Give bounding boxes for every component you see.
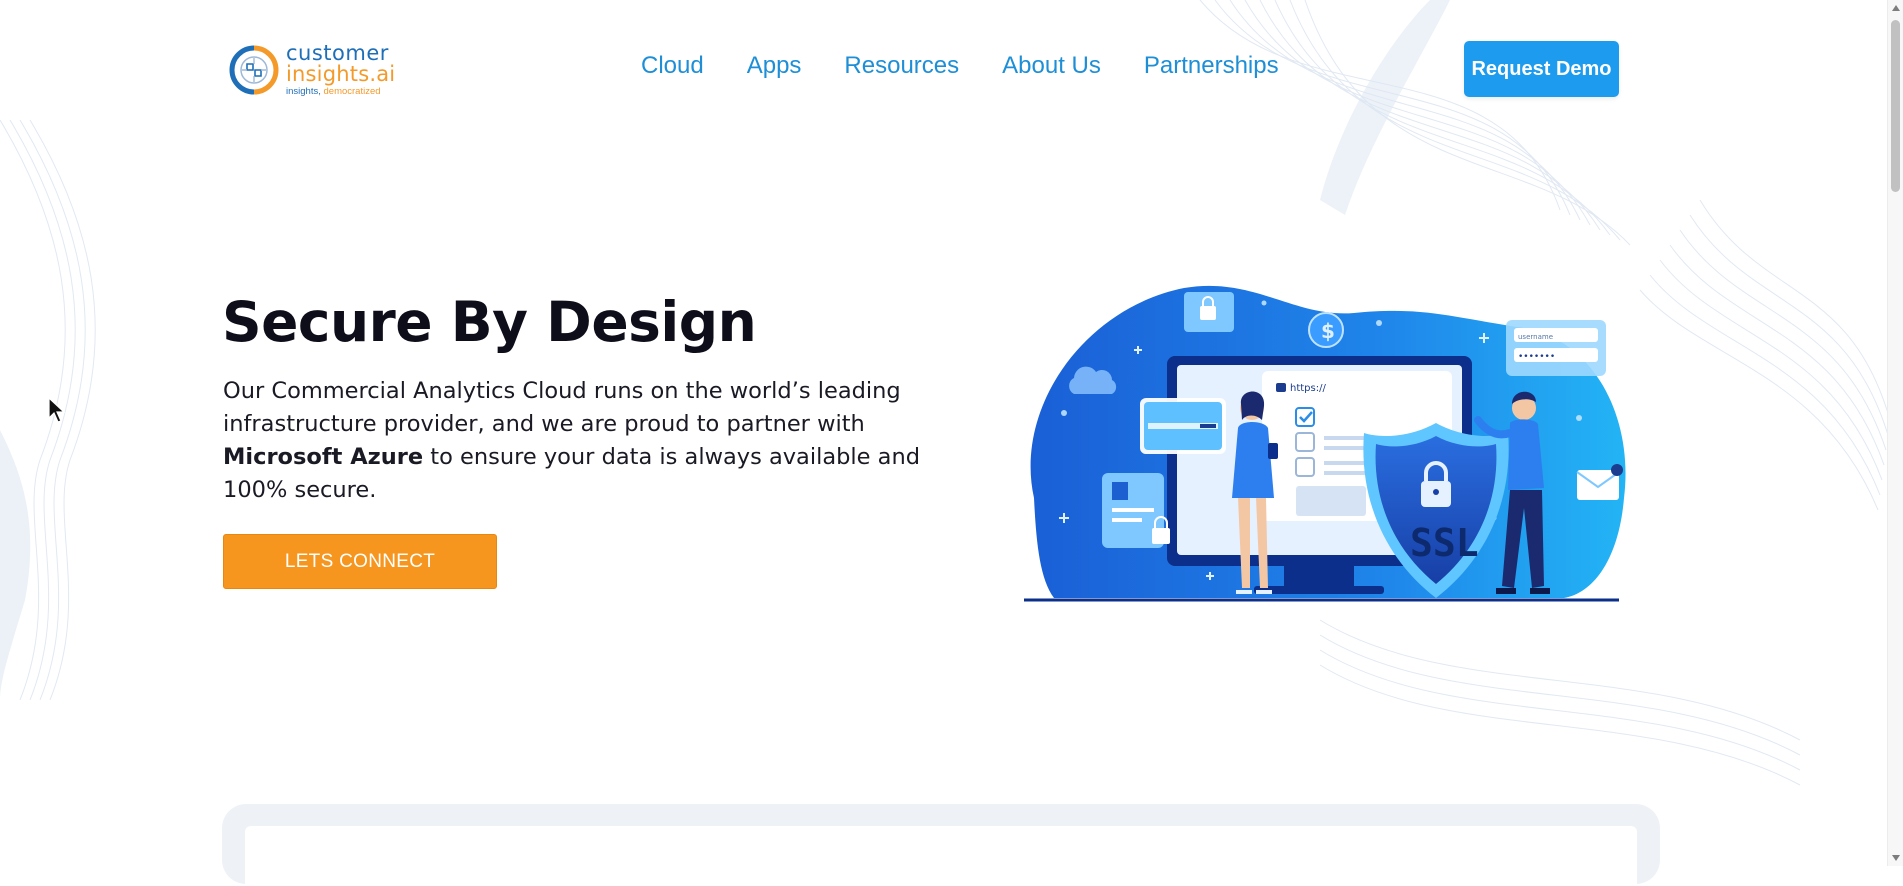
url-text: https:// — [1290, 383, 1326, 394]
nav-about-us[interactable]: About Us — [1002, 52, 1101, 80]
logo-tagline-part-2: democratized — [323, 86, 381, 98]
mouse-cursor-icon — [48, 396, 66, 423]
logo-tagline: insights, democratized — [286, 87, 395, 97]
logo-tagline-part-1: insights, — [286, 86, 324, 98]
nav-resources[interactable]: Resources — [844, 52, 959, 80]
nav-cloud[interactable]: Cloud — [641, 52, 704, 80]
hero-title: Secure By Design — [222, 290, 757, 354]
ssl-badge-text: SSL — [1410, 521, 1479, 565]
scrollbar-thumb[interactable] — [1891, 20, 1900, 192]
nav-partnerships[interactable]: Partnerships — [1144, 52, 1279, 80]
hero-description: Our Commercial Analytics Cloud runs on t… — [223, 375, 958, 507]
page-scrollbar[interactable] — [1887, 0, 1903, 866]
login-username: username — [1518, 333, 1553, 341]
lets-connect-button[interactable]: LETS CONNECT — [223, 534, 497, 589]
hero-desc-part-1: Our Commercial Analytics Cloud runs on t… — [223, 378, 901, 437]
scroll-down-arrow-icon[interactable] — [1892, 855, 1900, 861]
logo-wordmark: customer insights.ai insights, democrati… — [286, 43, 395, 97]
svg-text:$: $ — [1321, 319, 1335, 343]
request-demo-button[interactable]: Request Demo — [1464, 41, 1619, 97]
security-illustration: https:// $ username ••••••• SSL — [1024, 285, 1626, 602]
main-nav: Cloud Apps Resources About Us Partnershi… — [641, 52, 1322, 80]
nav-apps[interactable]: Apps — [747, 52, 802, 80]
logo[interactable]: customer insights.ai insights, democrati… — [228, 41, 398, 99]
scroll-up-arrow-icon[interactable] — [1892, 5, 1900, 11]
logo-line-1: customer — [286, 41, 389, 66]
content-card — [245, 826, 1637, 886]
logo-mark-icon — [229, 45, 279, 95]
hero-desc-azure: Microsoft Azure — [223, 444, 424, 470]
logo-line-2: insights.ai — [286, 62, 396, 87]
login-password-mask: ••••••• — [1518, 352, 1555, 362]
